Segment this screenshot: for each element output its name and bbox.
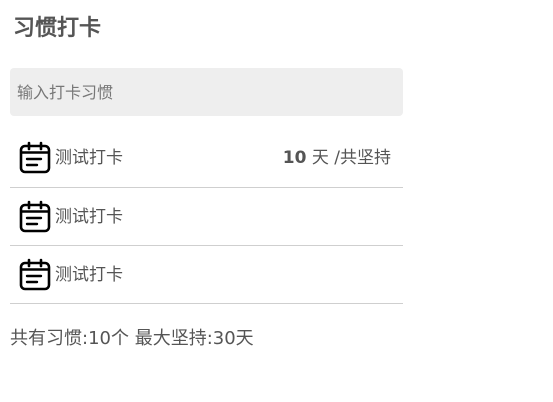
calendar-icon	[19, 141, 51, 174]
habit-input-container	[10, 68, 403, 116]
habit-list-item[interactable]: 测试打卡	[10, 246, 403, 304]
habit-tracker-page: 习惯打卡 测试打卡 10 天 /共坚持	[0, 0, 553, 402]
habit-streak: 10 天 /共坚持	[283, 146, 391, 170]
calendar-icon	[19, 258, 51, 290]
page-title: 习惯打卡	[13, 16, 102, 41]
habit-input[interactable]	[10, 68, 403, 116]
streak-days: 10	[282, 148, 307, 168]
max-streak-value: 30天	[212, 328, 254, 349]
total-habits-label: 共有习惯:	[10, 328, 89, 349]
habit-summary: 共有习惯:10个 最大坚持:30天	[10, 326, 254, 352]
max-streak-label: 最大坚持:	[128, 328, 213, 349]
habit-name: 测试打卡	[55, 206, 123, 227]
habit-list-item[interactable]: 测试打卡	[10, 188, 403, 246]
streak-unit: 天 /共坚持	[306, 148, 391, 168]
calendar-icon	[19, 200, 51, 232]
habit-name: 测试打卡	[55, 264, 123, 285]
total-habits-value: 10个	[88, 328, 129, 349]
habit-name: 测试打卡	[55, 148, 123, 168]
habit-list-item[interactable]: 测试打卡 10 天 /共坚持	[10, 129, 403, 188]
habit-list: 测试打卡 10 天 /共坚持 测试打卡 测试打卡	[10, 129, 403, 304]
